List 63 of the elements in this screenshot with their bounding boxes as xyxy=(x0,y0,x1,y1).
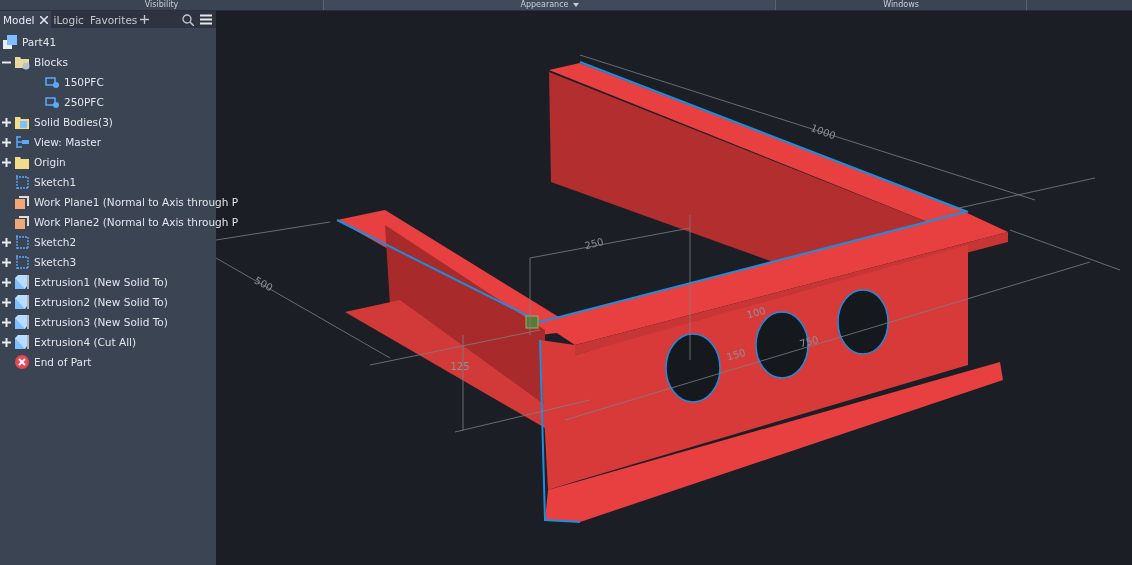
solid-box-icon xyxy=(14,334,30,350)
tree-item[interactable]: Sketch1 xyxy=(34,176,77,188)
error-icon xyxy=(14,354,30,370)
tree-item[interactable]: Solid Bodies(3) xyxy=(34,116,113,128)
ribbon-panel-title[interactable]: Visibility xyxy=(144,0,179,10)
dimension-label: 750 xyxy=(798,333,820,350)
ribbon-panel-header[interactable]: Appearance xyxy=(324,0,776,10)
tree-item[interactable]: Part41 xyxy=(22,36,57,48)
expand-icon[interactable] xyxy=(2,137,11,147)
part-icon xyxy=(2,34,18,50)
solid-box-icon xyxy=(14,314,30,330)
expand-icon[interactable] xyxy=(2,297,11,307)
expand-icon[interactable] xyxy=(2,117,11,127)
tree-item[interactable]: Blocks xyxy=(34,56,68,68)
dimension-label: 125 xyxy=(450,361,470,372)
ribbon-panel-title[interactable]: Appearance xyxy=(520,0,569,10)
tree-item[interactable]: Origin xyxy=(34,156,66,168)
caret-icon[interactable] xyxy=(572,3,579,7)
tree-item[interactable]: Work Plane1 (Normal to Axis through P xyxy=(34,196,239,208)
expand-icon[interactable] xyxy=(2,157,11,167)
block-icon xyxy=(44,94,60,110)
browser-tab[interactable]: iLogic xyxy=(50,11,87,28)
ribbon-panel-title[interactable]: Windows xyxy=(883,0,919,10)
folder-icon xyxy=(14,154,30,170)
tree-item[interactable]: Extrusion1 (New Solid To) xyxy=(34,276,168,288)
block-icon xyxy=(44,74,60,90)
tree-item[interactable]: Extrusion3 (New Solid To) xyxy=(34,316,168,328)
tree-item[interactable]: Extrusion4 (Cut All) xyxy=(34,336,137,348)
sketch-icon xyxy=(14,254,30,270)
tree-item[interactable]: Work Plane2 (Normal to Axis through P xyxy=(34,216,239,228)
dimension-label: 500 xyxy=(252,274,275,294)
sketch-icon xyxy=(14,234,30,250)
solid-box-icon xyxy=(14,274,30,290)
tree-item[interactable]: Sketch3 xyxy=(34,256,77,268)
expand-icon[interactable] xyxy=(2,277,11,287)
tree-item[interactable]: View: Master xyxy=(34,136,102,148)
menu-icon[interactable] xyxy=(200,14,212,25)
dimension-label: 100 xyxy=(745,304,767,321)
expand-icon[interactable] xyxy=(2,237,11,247)
expand-icon[interactable] xyxy=(2,257,11,267)
expand-icon[interactable] xyxy=(2,317,11,327)
solid-box-icon xyxy=(14,294,30,310)
tree-item[interactable]: 150PFC xyxy=(64,76,104,88)
work-plane-icon xyxy=(14,214,30,230)
tree-item[interactable]: End of Part xyxy=(34,356,92,368)
folder-icon xyxy=(14,114,30,130)
tree-item[interactable]: 250PFC xyxy=(64,96,104,108)
sketch-icon xyxy=(14,174,30,190)
view-icon xyxy=(14,134,30,150)
add-tab-icon[interactable] xyxy=(140,15,150,24)
search-icon[interactable] xyxy=(182,13,194,26)
browser-tab[interactable]: Model xyxy=(0,11,51,28)
dimension-label: 250 xyxy=(583,235,605,252)
tree-item[interactable]: Sketch2 xyxy=(34,236,77,248)
dimension-label: 150 xyxy=(725,346,747,363)
blocks-folder-icon xyxy=(14,54,30,70)
expand-icon[interactable] xyxy=(2,337,11,347)
ribbon-panel-header[interactable]: Windows xyxy=(776,0,1027,10)
tree-item[interactable]: Extrusion2 (New Solid To) xyxy=(34,296,168,308)
dimension-label: 1000 xyxy=(809,122,838,142)
work-plane-icon xyxy=(14,194,30,210)
browser-tab[interactable]: Favorites xyxy=(86,11,141,28)
close-icon[interactable] xyxy=(39,15,48,24)
